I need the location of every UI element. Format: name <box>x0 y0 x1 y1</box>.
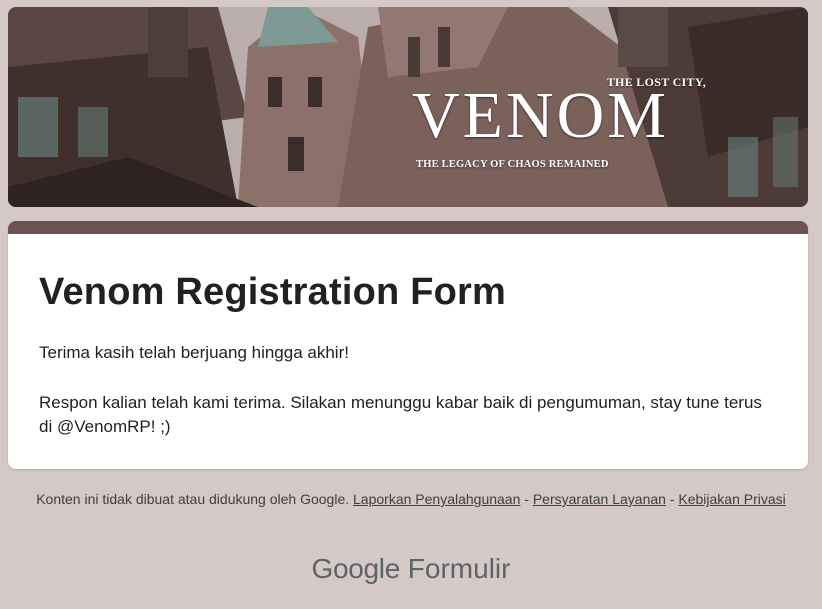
confirmation-message-line-1: Terima kasih telah berjuang hingga akhir… <box>39 343 349 362</box>
link-separator: - <box>665 491 679 507</box>
banner-tagline-bottom: THE LEGACY OF CHAOS REMAINED <box>416 159 609 170</box>
disclaimer-text: Konten ini tidak dibuat atau didukung ol… <box>36 491 350 507</box>
report-abuse-link[interactable]: Laporkan Penyalahgunaan <box>353 491 520 507</box>
castle-illustration <box>8 7 808 207</box>
brand-google-wordmark: Google <box>311 553 401 584</box>
google-forms-logo[interactable]: Google Formulir <box>0 551 822 587</box>
privacy-policy-link[interactable]: Kebijakan Privasi <box>678 491 785 507</box>
page: THE LOST CITY, VENOM THE LEGACY OF CHAOS… <box>0 0 822 609</box>
card-accent-bar <box>8 221 808 234</box>
confirmation-card: Venom Registration Form Terima kasih tel… <box>8 221 808 469</box>
confirmation-message-line-2: Respon kalian telah kami terima. Silakan… <box>39 393 762 436</box>
link-separator: - <box>520 491 533 507</box>
form-title: Venom Registration Form <box>39 271 507 313</box>
banner-title: VENOM <box>412 79 669 152</box>
terms-of-service-link[interactable]: Persyaratan Layanan <box>533 491 666 507</box>
footer-disclaimer: Konten ini tidak dibuat atau didukung ol… <box>30 490 792 508</box>
brand-product-name: Formulir <box>407 553 511 584</box>
confirmation-message: Terima kasih telah berjuang hingga akhir… <box>39 341 779 439</box>
header-banner-image: THE LOST CITY, VENOM THE LEGACY OF CHAOS… <box>8 7 808 207</box>
